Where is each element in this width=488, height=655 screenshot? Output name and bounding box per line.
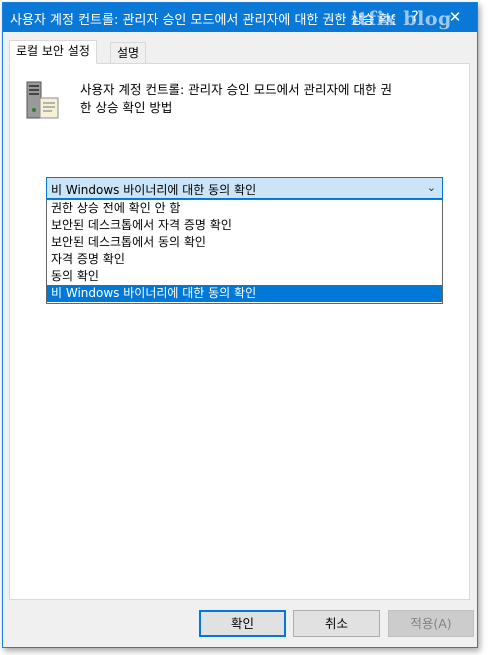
window-title: 사용자 계정 컨트롤: 관리자 승인 모드에서 관리자에 대한 권한 상승 확인…	[10, 13, 395, 28]
policy-description: 사용자 계정 컨트롤: 관리자 승인 모드에서 관리자에 대한 권 한 상승 확…	[80, 81, 450, 117]
apply-button[interactable]: 적용(A)	[388, 610, 474, 637]
cancel-button[interactable]: 취소	[293, 610, 380, 637]
tab-panel: 사용자 계정 컨트롤: 관리자 승인 모드에서 관리자에 대한 권 한 상승 확…	[9, 63, 470, 600]
combobox-value: 비 Windows 바이너리에 대한 동의 확인	[51, 183, 257, 197]
elevation-behavior-combobox[interactable]: 비 Windows 바이너리에 대한 동의 확인 ⌄	[46, 177, 443, 199]
policy-description-line-2: 한 상승 확인 방법	[80, 100, 173, 115]
tab-explain[interactable]: 설명	[110, 42, 147, 63]
ok-button[interactable]: 확인	[199, 610, 286, 637]
title-bar[interactable]: 사용자 계정 컨트롤: 관리자 승인 모드에서 관리자에 대한 권한 상승 확인…	[3, 3, 477, 32]
dropdown-list: 권한 상승 전에 확인 안 함 보안된 데스크톱에서 자격 증명 확인 보안된 …	[46, 199, 443, 304]
dropdown-option-selected[interactable]: 비 Windows 바이너리에 대한 동의 확인	[47, 285, 442, 302]
dropdown-option[interactable]: 보안된 데스크톱에서 동의 확인	[47, 234, 442, 251]
dropdown-option[interactable]: 자격 증명 확인	[47, 251, 442, 268]
tab-local-security-setting[interactable]: 로컬 보안 설정	[9, 40, 97, 64]
properties-dialog: 사용자 계정 컨트롤: 관리자 승인 모드에서 관리자에 대한 권한 상승 확인…	[2, 2, 478, 648]
close-button[interactable]: ✕	[433, 3, 477, 32]
server-computer-icon	[24, 80, 62, 120]
dropdown-option[interactable]: 동의 확인	[47, 268, 442, 285]
dropdown-option[interactable]: 보안된 데스크톱에서 자격 증명 확인	[47, 217, 442, 234]
chevron-down-icon[interactable]: ⌄	[427, 181, 436, 194]
policy-description-line-1: 사용자 계정 컨트롤: 관리자 승인 모드에서 관리자에 대한 권	[80, 82, 392, 97]
help-button[interactable]: ?	[393, 3, 437, 32]
dropdown-option[interactable]: 권한 상승 전에 확인 안 함	[47, 200, 442, 217]
